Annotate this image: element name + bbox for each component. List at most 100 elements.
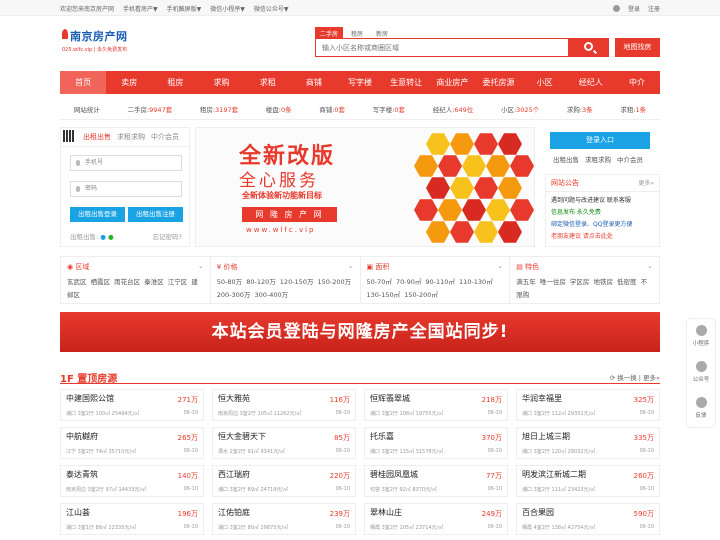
listing-card[interactable]: 恒大雅苑 116万 南京周边 3室2厅 105㎡ 11262元/㎡ 06-10 [212, 389, 356, 421]
search-button[interactable] [569, 38, 609, 57]
hexagon-shape [438, 155, 462, 177]
login-tabs: 出租出售 求租求购 中介会员 [61, 128, 189, 147]
owner-login-button[interactable]: 出租出售登录 [70, 207, 125, 222]
search-icon [584, 42, 593, 51]
register-link[interactable]: 注册 [648, 4, 660, 13]
listing-card[interactable]: 泰达青筑 140万 南京周边 3室2厅 97㎡ 14433元/㎡ 06-10 [60, 465, 204, 497]
top-bar: 欢迎您来南京房产网 手机看房产▼ 手机触屏版▼ 微信小程序▼ 微信公众号▼ 登录… [0, 0, 720, 16]
listing-grid: 中建国熙公馆 271万 浦口 3室2厅 100㎡ 25494元/㎡ 06-10 恒大雅苑… [60, 389, 660, 535]
hexagon-shape [486, 155, 510, 177]
nav-office[interactable]: 写字楼 [337, 71, 383, 94]
listing-price: 85万 [334, 434, 350, 442]
hexagon-shape [462, 199, 486, 221]
right-link-agent[interactable]: 中介会员 [617, 154, 643, 164]
listing-card[interactable]: 江山荟 196万 浦口 3室1厅 88㎡ 22335元/㎡ 06-10 [60, 503, 204, 535]
listing-price: 249万 [481, 510, 502, 518]
listing-card[interactable]: 恒辉翡翠城 218万 浦口 3室2厅 108㎡ 19755元/㎡ 06-10 [364, 389, 508, 421]
nav-community[interactable]: 小区 [522, 71, 568, 94]
listing-card[interactable]: 旭日上城三期 335万 浦口 3室2厅 120㎡ 28032元/㎡ 06-10 [516, 427, 660, 459]
login-entry-button[interactable]: 登录入口 [550, 132, 650, 149]
sidebar-official-account[interactable]: 公众号 [687, 355, 715, 391]
listing-date: 06-10 [183, 486, 198, 492]
listing-card[interactable]: 华润幸福里 325万 浦口 3室2厅 112㎡ 29351元/㎡ 06-10 [516, 389, 660, 421]
notice-more-link[interactable]: 更多» [638, 178, 654, 188]
listing-card[interactable]: 托乐嘉 370万 浦口 3室2厅 115㎡ 31578元/㎡ 06-10 [364, 427, 508, 459]
nav-business-transfer[interactable]: 生意转让 [383, 71, 429, 94]
banner-line5: www.wlfc.vip [246, 226, 316, 234]
search-input[interactable] [316, 39, 556, 56]
logo-slogan: 永久免费发布 [97, 47, 128, 53]
owner-register-button[interactable]: 出租出售注册 [128, 207, 183, 222]
nav-sell[interactable]: 卖房 [106, 71, 152, 94]
filter-area-options[interactable]: 玄武区 栖霞区 雨花台区 秦淮区 江宁区 建邺区 [67, 276, 204, 302]
right-links: 出租出售 求租求购 中介会员 [553, 154, 643, 164]
login-tab-seeker[interactable]: 求租求购 [117, 132, 145, 142]
stat-item: 求购:3条 [566, 105, 593, 114]
stat-item: 二手房:9947套 [127, 105, 173, 114]
logo-domain: 025.wlfc.vip [62, 47, 93, 53]
miniprogram-link[interactable]: 微信小程序▼ [210, 4, 245, 13]
official-account-link[interactable]: 微信公众号▼ [254, 4, 289, 13]
listing-card[interactable]: 翠林山庄 249万 栖霞 3室2厅 105㎡ 23714元/㎡ 06-10 [364, 503, 508, 535]
promo-banner[interactable]: 全新改版 全心服务 全新体验新功能新目标 网 隆 房 产 网 www.wlfc.… [195, 127, 535, 247]
listing-card[interactable]: 中航樾府 265万 江宁 3室2厅 74㎡ 35710元/㎡ 06-10 [60, 427, 204, 459]
listing-card[interactable]: 江佑铂庭 239万 浦口 3室2厅 80㎡ 29875元/㎡ 06-10 [212, 503, 356, 535]
listing-card[interactable]: 碧桂园凤凰城 77万 句容 3室2厅 92㎡ 8370元/㎡ 06-10 [364, 465, 508, 497]
listing-price: 260万 [633, 472, 654, 480]
listing-desc: 江宁 3室2厅 74㎡ 35710元/㎡ [66, 449, 137, 455]
sidebar-feedback[interactable]: 反馈 [687, 391, 715, 427]
qq-icon[interactable]: ● [100, 233, 106, 241]
listing-date: 06-10 [335, 448, 350, 454]
chevron-down-icon[interactable]: ⌄ [497, 262, 503, 272]
chevron-down-icon[interactable]: ⌄ [647, 262, 653, 272]
filter-feature-options[interactable]: 满五年 唯一住房 学区房 地铁房 低密度 不限购 [516, 276, 653, 302]
listing-price: 325万 [633, 396, 654, 404]
filter-price-options[interactable]: 50-80万 80-120万 120-150万 150-200万 200-300… [217, 276, 354, 302]
right-link-seeker[interactable]: 求租求购 [585, 154, 611, 164]
site-logo[interactable]: 南京房产网 025.wlfc.vip | 永久免费发布 [62, 28, 142, 58]
mobile-link[interactable]: 手机看房产▼ [123, 4, 158, 13]
nav-agency[interactable]: 中介 [614, 71, 660, 94]
nav-entrusted[interactable]: 委托房源 [475, 71, 521, 94]
section-more-link[interactable]: ⟳ 换一换 | 更多» [610, 372, 660, 382]
map-search-button[interactable]: 地图找房 [615, 38, 660, 57]
listing-card[interactable]: 百合果园 590万 栖霞 4室2厅 138㎡ 42754元/㎡ 06-10 [516, 503, 660, 535]
nav-agent[interactable]: 经纪人 [568, 71, 614, 94]
filter-price-title: 价格 [223, 263, 238, 271]
login-tab-agent[interactable]: 中介会员 [151, 132, 179, 142]
password-field[interactable]: 密码 [70, 181, 182, 197]
notice-item[interactable]: 绑定微信登录、QQ登录更方便 [546, 216, 659, 228]
listing-desc: 浦口 3室1厅 88㎡ 22335元/㎡ [66, 525, 137, 531]
listing-date: 06-10 [639, 524, 654, 530]
filter-area-title: 区域 [75, 263, 90, 271]
nav-rent[interactable]: 租房 [152, 71, 198, 94]
notice-item[interactable]: 信息发布 永久免费 [546, 204, 659, 216]
listing-card[interactable]: 西江瑞府 220万 浦口 3室2厅 89㎡ 24719元/㎡ 06-10 [212, 465, 356, 497]
forgot-password-link[interactable]: 忘记密码? [153, 231, 182, 241]
right-link-owner[interactable]: 出租出售 [553, 154, 579, 164]
listing-card[interactable]: 明发滨江新城二期 260万 浦口 3室2厅 111㎡ 23423元/㎡ 06-10 [516, 465, 660, 497]
nav-home[interactable]: 首页 [60, 71, 107, 94]
phone-field[interactable]: 手机号 [70, 155, 182, 171]
sidebar-miniprogram[interactable]: 小程序 [687, 319, 715, 355]
nav-buy-request[interactable]: 求购 [198, 71, 244, 94]
login-tab-owner[interactable]: 出租出售 [83, 132, 111, 142]
chevron-down-icon[interactable]: ⌄ [198, 262, 204, 272]
notice-item[interactable]: 老朋友建议 请点击此处 [546, 228, 659, 240]
stat-item: 租房:3197套 [199, 105, 239, 114]
wechat-icon[interactable]: ● [108, 233, 114, 241]
nav-rent-request[interactable]: 求租 [245, 71, 291, 94]
touch-link[interactable]: 手机触屏版▼ [167, 4, 202, 13]
nav-commercial[interactable]: 商业房产 [429, 71, 475, 94]
chevron-down-icon[interactable]: ⌄ [348, 262, 354, 272]
listing-card[interactable]: 恒大金碧天下 85万 溧水 2室2厅 91㎡ 9341元/㎡ 06-10 [212, 427, 356, 459]
filter-size-options[interactable]: 50-70㎡ 70-90㎡ 90-110㎡ 110-130㎡ 130-150㎡ … [367, 276, 504, 302]
login-link[interactable]: 登录 [628, 4, 640, 13]
qr-code-icon[interactable] [63, 130, 75, 142]
listing-date: 06-10 [183, 410, 198, 416]
notice-item[interactable]: 遇到问题与改进建议 联系客服 [546, 192, 659, 204]
nav-shop[interactable]: 商铺 [291, 71, 337, 94]
ad-banner[interactable]: 本站会员登陆与网隆房产全国站同步! [60, 312, 660, 352]
listing-card[interactable]: 中建国熙公馆 271万 浦口 3室2厅 100㎡ 25494元/㎡ 06-10 [60, 389, 204, 421]
listing-desc: 句容 3室2厅 92㎡ 8370元/㎡ [370, 487, 437, 493]
